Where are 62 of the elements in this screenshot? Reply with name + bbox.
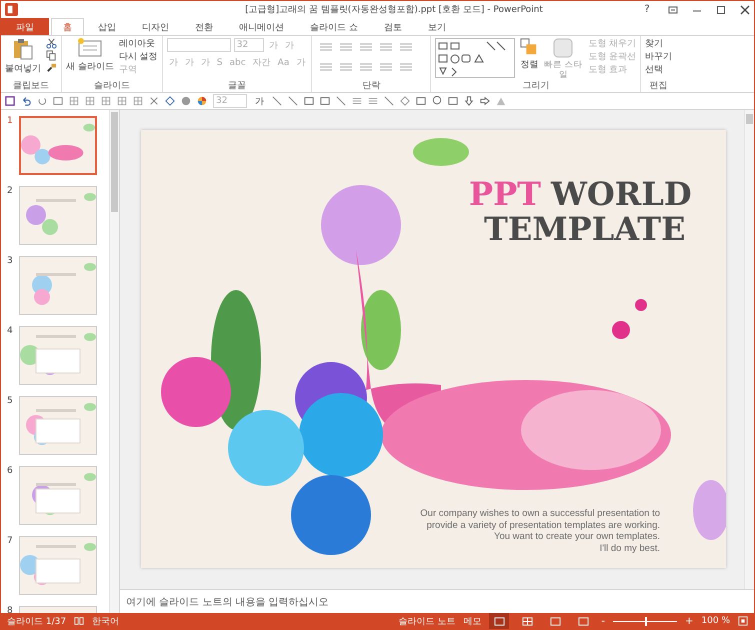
slide-body-line: provide a variety of presentation templates are working.	[426, 520, 660, 531]
slide-body-line: I'll do my best.	[600, 542, 660, 554]
group-label: 단락	[361, 80, 382, 92]
ribbon-command[interactable]: 레이아웃	[118, 38, 158, 50]
group-label: 편집	[648, 80, 669, 92]
font-size-field[interactable]: 32	[234, 38, 264, 52]
paste-button[interactable]: 붙여넣기	[5, 38, 41, 75]
ribbon-tab[interactable]: 디자인	[130, 18, 181, 35]
window-title: [고급형]고래의 꿈 템플릿(자동완성형포함).ppt [호환 모드] - PowerPoint	[244, 4, 544, 16]
group-label: 클립보드	[12, 80, 50, 92]
font-style-button[interactable]: abc	[227, 58, 248, 68]
group-label: 슬라이드	[92, 80, 131, 92]
quick-styles-button[interactable]: 빠른 스타일	[543, 38, 584, 80]
slide-counter: 슬라이드 1/37	[7, 616, 66, 628]
ribbon-command[interactable]: 찾기	[645, 38, 672, 50]
ribbon-command[interactable]: 바꾸기	[645, 51, 672, 63]
ribbon-tab[interactable]: 애니메이션	[227, 18, 296, 35]
slide-title: WORLD	[550, 176, 692, 212]
font-size-field[interactable]: 32	[213, 94, 247, 108]
font-style-button[interactable]: 가	[198, 56, 212, 69]
ribbon-tab[interactable]: 삽입	[86, 18, 128, 35]
language-indicator[interactable]: 한국어	[92, 614, 120, 628]
font-style-button[interactable]: 가	[182, 56, 196, 69]
slide-number: 4	[7, 326, 14, 336]
zoom-in-button[interactable]: +	[685, 616, 694, 626]
grow-font-button[interactable]: 가	[266, 38, 280, 52]
ribbon-command[interactable]: 선택	[645, 64, 672, 76]
slide-title: TEMPLATE	[484, 210, 686, 248]
group-label: 글꼴	[227, 80, 248, 92]
comments-button[interactable]: 메모	[463, 614, 482, 628]
slide-body-line: Our company wishes to own a successful presentation to	[420, 508, 660, 520]
ribbon-tab[interactable]: 홈	[51, 18, 84, 35]
slide-number: 6	[7, 466, 14, 476]
font-style-button[interactable]: S	[214, 58, 224, 68]
ribbon-tab[interactable]: 파일	[1, 18, 49, 35]
font-style-button[interactable]: 자간	[250, 56, 273, 69]
slide-number: 7	[7, 536, 14, 546]
shrink-font-button[interactable]: 가	[282, 38, 296, 52]
slide-title-accent: PPT	[469, 176, 541, 212]
font-style-button[interactable]: Aa	[276, 58, 292, 68]
ribbon-command[interactable]: 다시 설정	[118, 51, 158, 63]
slide-body-line: You want to create your own templates.	[494, 531, 660, 542]
help-button[interactable]: ?	[640, 4, 654, 15]
slide-number: 2	[7, 186, 14, 196]
notes-button[interactable]: 슬라이드 노트	[398, 614, 456, 628]
slide-number: 3	[7, 256, 14, 266]
slide-number: 1	[7, 116, 14, 126]
font-color-button[interactable]: 가	[253, 94, 266, 108]
ribbon-tab[interactable]: 검토	[372, 18, 414, 35]
slide-number: 8	[7, 606, 14, 613]
notes-field[interactable]: 여기에 슬라이드 노트의 내용을 입력하십시오	[120, 589, 754, 613]
slide-number: 5	[7, 396, 14, 406]
ribbon-tab[interactable]: 전환	[183, 18, 225, 35]
new-slide-button[interactable]: 새 슬라이드	[66, 38, 114, 73]
group-label: 그리기	[521, 80, 550, 92]
ribbon-tab[interactable]: 보기	[416, 18, 458, 35]
zoom-out-button[interactable]: -	[601, 616, 606, 626]
font-style-button[interactable]: 가	[294, 56, 308, 69]
ribbon-tab[interactable]: 슬라이드 쇼	[298, 18, 370, 35]
font-style-button[interactable]: 가	[166, 56, 180, 69]
zoom-level[interactable]: 100 %	[701, 616, 730, 626]
arrange-button[interactable]: 정렬	[520, 38, 538, 71]
